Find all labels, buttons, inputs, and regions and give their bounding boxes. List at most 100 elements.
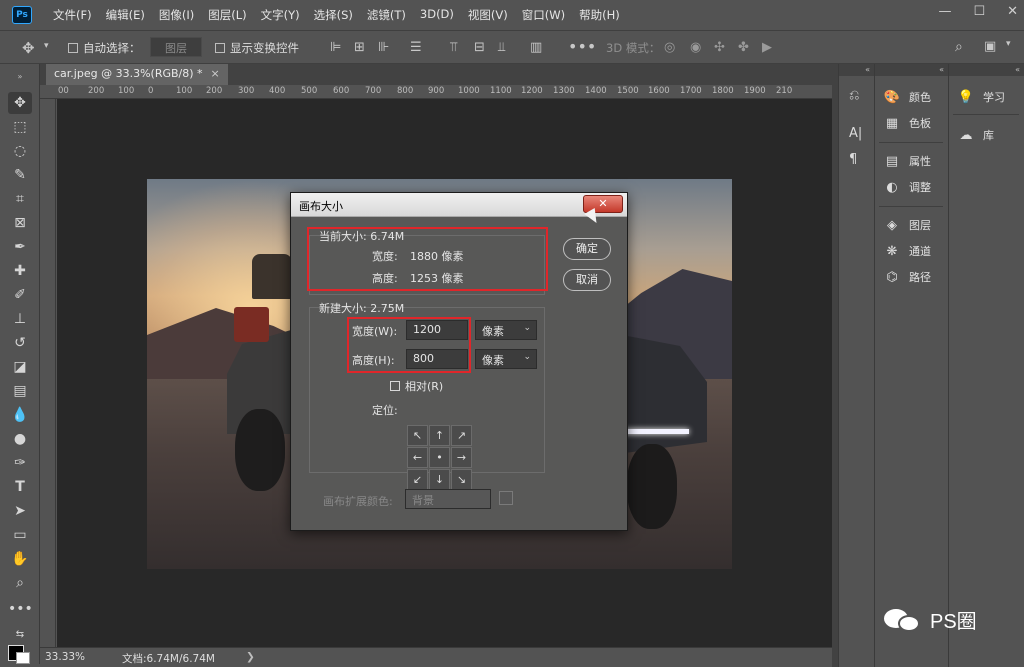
menu-image[interactable]: 图像(I)	[152, 7, 201, 23]
3d-camera-icon[interactable]: ▶	[762, 40, 772, 55]
menu-select[interactable]: 选择(S)	[307, 7, 360, 23]
blur-tool-icon[interactable]: 💧	[8, 404, 32, 426]
document-tab[interactable]: car.jpeg @ 33.3%(RGB/8) * ×	[46, 64, 228, 85]
panel-adjustments[interactable]: ◐ 调整	[883, 176, 931, 198]
dialog-titlebar[interactable]: 画布大小 ✕	[291, 193, 627, 217]
panel-properties[interactable]: ▤ 属性	[883, 150, 931, 172]
paragraph-panel-icon[interactable]: ¶	[849, 152, 857, 167]
frame-tool-icon[interactable]: ⊠	[8, 212, 32, 234]
rectangle-tool-icon[interactable]: ▭	[8, 524, 32, 546]
distribute-vertical-icon[interactable]: ▥	[530, 40, 542, 55]
swap-colors-icon[interactable]: ⇆	[8, 624, 32, 646]
type-tool-icon[interactable]: T	[8, 476, 32, 498]
gradient-tool-icon[interactable]: ▤	[8, 380, 32, 402]
ok-button[interactable]: 确定	[563, 238, 611, 260]
align-top-icon[interactable]: ⫪	[450, 40, 457, 55]
anchor-center[interactable]: •	[429, 447, 450, 468]
search-icon[interactable]: ⌕	[955, 39, 963, 55]
eyedropper-tool-icon[interactable]: ✒	[8, 236, 32, 258]
close-window-button[interactable]: ✕	[1007, 4, 1018, 19]
menu-layer[interactable]: 图层(L)	[201, 7, 253, 23]
panel-color[interactable]: 🎨 颜色	[883, 86, 931, 108]
workspace-icon[interactable]: ▣	[984, 39, 996, 54]
collapse-toolbar-icon[interactable]: »	[8, 66, 32, 88]
anchor-right[interactable]: →	[451, 447, 472, 468]
eraser-tool-icon[interactable]: ◪	[8, 356, 32, 378]
panel-layers[interactable]: ◈ 图层	[883, 214, 931, 236]
align-vcenter-icon[interactable]: ⊟	[474, 40, 485, 55]
character-panel-icon[interactable]: A|	[849, 126, 862, 141]
workspace-chevron-icon[interactable]: ▾	[1006, 39, 1011, 49]
menu-window[interactable]: 窗口(W)	[515, 7, 572, 23]
3d-roll-icon[interactable]: ◉	[690, 40, 701, 55]
panel-swatches[interactable]: ▦ 色板	[883, 112, 931, 134]
panel-libraries[interactable]: ☁ 库	[957, 124, 995, 146]
collapse-panels-icon[interactable]: «	[875, 64, 948, 76]
crop-tool-icon[interactable]: ⌗	[8, 188, 32, 210]
history-brush-tool-icon[interactable]: ↺	[8, 332, 32, 354]
collapse-panels-icon[interactable]: «	[949, 64, 1024, 76]
3d-pan-icon[interactable]: ✣	[714, 40, 725, 55]
anchor-top-right[interactable]: ↗	[451, 425, 472, 446]
cancel-button[interactable]: 取消	[563, 269, 611, 291]
anchor-top[interactable]: ↑	[429, 425, 450, 446]
align-left-icon[interactable]: ⊫	[330, 40, 341, 55]
quick-select-tool-icon[interactable]: ✎	[8, 164, 32, 186]
width-unit-select[interactable]: 像素 ⌄	[475, 320, 537, 340]
dodge-tool-icon[interactable]: ●	[8, 428, 32, 450]
auto-select-checkbox[interactable]	[68, 43, 78, 53]
vertical-ruler[interactable]	[40, 99, 56, 647]
relative-checkbox[interactable]	[390, 381, 400, 391]
pen-tool-icon[interactable]: ✑	[8, 452, 32, 474]
close-tab-icon[interactable]: ×	[211, 67, 220, 80]
move-tool-icon[interactable]: ✥	[8, 92, 32, 114]
menu-3d[interactable]: 3D(D)	[413, 7, 461, 23]
marquee-tool-icon[interactable]: ⬚	[8, 116, 32, 138]
anchor-bottom-left[interactable]: ↙	[407, 469, 428, 490]
show-transform-option[interactable]: 显示变换控件	[215, 40, 299, 56]
extension-color-swatch[interactable]	[499, 491, 513, 505]
menu-view[interactable]: 视图(V)	[461, 7, 515, 23]
path-select-tool-icon[interactable]: ➤	[8, 500, 32, 522]
align-right-icon[interactable]: ⊪	[378, 40, 389, 55]
zoom-tool-icon[interactable]: ⌕	[8, 572, 32, 594]
height-unit-select[interactable]: 像素 ⌄	[475, 349, 537, 369]
tool-preset-chevron-icon[interactable]: ▾	[44, 41, 49, 51]
3d-orbit-icon[interactable]: ◎	[664, 40, 675, 55]
minimize-button[interactable]: —	[938, 4, 951, 19]
align-bottom-icon[interactable]: ⫫	[498, 40, 505, 55]
show-transform-checkbox[interactable]	[215, 43, 225, 53]
extension-color-select[interactable]: 背景	[405, 489, 491, 509]
move-tool-icon[interactable]: ✥	[22, 39, 35, 57]
background-color-swatch[interactable]	[16, 652, 30, 664]
align-hcenter-icon[interactable]: ⊞	[354, 40, 365, 55]
relative-option[interactable]: 相对(R)	[390, 378, 443, 394]
brush-tool-icon[interactable]: ✐	[8, 284, 32, 306]
menu-type[interactable]: 文字(Y)	[254, 7, 307, 23]
hand-tool-icon[interactable]: ✋	[8, 548, 32, 570]
clone-stamp-tool-icon[interactable]: ⊥	[8, 308, 32, 330]
anchor-left[interactable]: ←	[407, 447, 428, 468]
more-options-icon[interactable]: •••	[568, 37, 596, 56]
lasso-tool-icon[interactable]: ◌	[8, 140, 32, 162]
panel-learn[interactable]: 💡 学习	[957, 86, 1005, 108]
zoom-level[interactable]: 33.33%	[45, 651, 85, 663]
panel-paths[interactable]: ⌬ 路径	[883, 266, 931, 288]
anchor-bottom[interactable]: ↓	[429, 469, 450, 490]
menu-help[interactable]: 帮助(H)	[572, 7, 627, 23]
horizontal-ruler[interactable]: 00 200 100 0 100 200 300 400 500 600 700…	[40, 85, 832, 99]
maximize-button[interactable]: ☐	[973, 4, 985, 19]
history-panel-icon[interactable]: ⎌	[849, 88, 859, 103]
menu-edit[interactable]: 编辑(E)	[99, 7, 152, 23]
status-menu-arrow-icon[interactable]: ❯	[246, 651, 255, 663]
anchor-bottom-right[interactable]: ↘	[451, 469, 472, 490]
anchor-top-left[interactable]: ↖	[407, 425, 428, 446]
distribute-icon[interactable]: ☰	[410, 40, 422, 55]
edit-toolbar-icon[interactable]: •••	[8, 598, 33, 620]
menu-filter[interactable]: 滤镜(T)	[360, 7, 413, 23]
healing-brush-tool-icon[interactable]: ✚	[8, 260, 32, 282]
auto-select-target-select[interactable]: 图层	[150, 37, 202, 57]
collapse-panels-icon[interactable]: «	[839, 64, 874, 76]
panel-channels[interactable]: ❋ 通道	[883, 240, 931, 262]
auto-select-option[interactable]: 自动选择：	[68, 40, 141, 56]
